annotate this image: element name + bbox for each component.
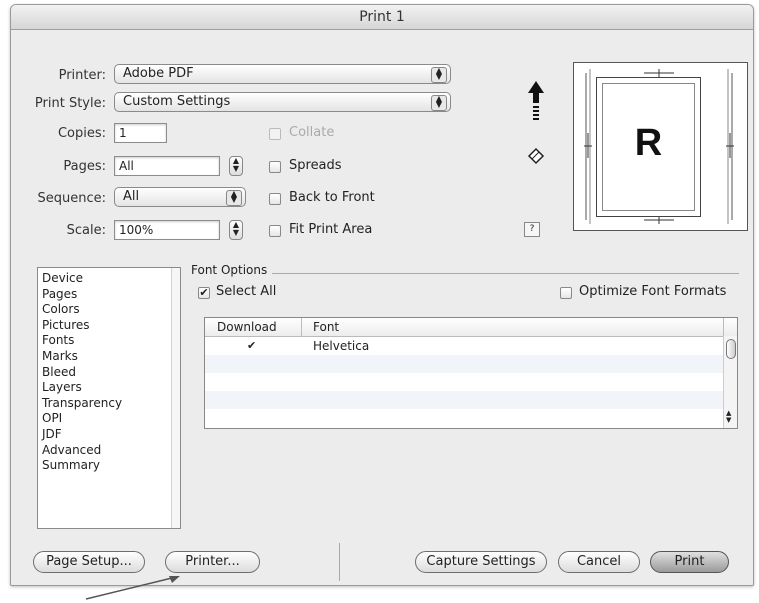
checkmark-icon[interactable]: ✔ — [247, 337, 256, 355]
category-list-item[interactable]: Summary — [38, 458, 180, 474]
annotation-arrow — [85, 576, 180, 600]
printer-value: Adobe PDF — [123, 66, 194, 81]
category-list-item[interactable]: OPI — [38, 411, 180, 427]
print-style-value: Custom Settings — [123, 94, 231, 109]
print-style-label: Print Style: — [34, 96, 106, 111]
collate-checkbox[interactable] — [269, 128, 281, 140]
scale-label: Scale: — [66, 223, 106, 238]
scale-field[interactable]: 100% — [114, 220, 220, 240]
category-list-item[interactable]: JDF — [38, 427, 180, 443]
print-style-popup[interactable]: Custom Settings ▲ ▼ — [114, 92, 451, 112]
category-list-item[interactable]: Pages — [38, 287, 180, 303]
fit-print-area-label: Fit Print Area — [289, 222, 373, 237]
font-table[interactable]: Download Font ✔ Helvetica ▲ ▼ — [204, 317, 738, 429]
cancel-button[interactable]: Cancel — [558, 551, 640, 573]
copies-label: Copies: — [57, 126, 106, 141]
help-button[interactable]: ? — [524, 222, 540, 237]
back-to-front-label: Back to Front — [289, 190, 375, 205]
up-arrow-icon[interactable] — [528, 81, 544, 125]
copies-field[interactable]: 1 — [114, 123, 167, 143]
collate-label: Collate — [289, 125, 335, 140]
sequence-value: All — [123, 189, 140, 204]
page-setup-button[interactable]: Page Setup... — [33, 551, 145, 573]
capture-settings-button[interactable]: Capture Settings — [415, 551, 547, 573]
category-list-scrollbar[interactable] — [171, 268, 180, 528]
font-column-header[interactable]: Font — [313, 318, 339, 336]
optimize-font-formats-label: Optimize Font Formats — [579, 284, 727, 299]
updown-arrows-icon: ▲ ▼ — [431, 95, 447, 111]
optimize-font-formats-checkbox[interactable] — [560, 287, 572, 299]
download-column-header[interactable]: Download — [217, 318, 277, 336]
category-list-item[interactable]: Advanced — [38, 443, 180, 459]
select-all-label: Select All — [216, 284, 277, 299]
category-list-item[interactable]: Transparency — [38, 396, 180, 412]
font-table-header: Download Font — [205, 318, 737, 337]
category-list-item[interactable]: Colors — [38, 302, 180, 318]
scroll-thumb[interactable] — [726, 339, 736, 359]
category-list-item[interactable]: Device — [38, 271, 180, 287]
font-name: Helvetica — [313, 339, 370, 353]
category-list-item[interactable]: Pictures — [38, 318, 180, 334]
font-table-row — [205, 355, 723, 373]
print-dialog: Print 1 Printer: Adobe PDF ▲ ▼ Print Styl… — [10, 4, 754, 586]
print-button[interactable]: Print — [650, 551, 729, 573]
printer-label: Printer: — [58, 68, 106, 83]
category-list[interactable]: Device Pages Colors Pictures Fonts Marks Bleed… — [37, 267, 181, 529]
printer-button[interactable]: Printer... — [165, 551, 260, 573]
scroll-arrows-icon[interactable]: ▲ ▼ — [726, 410, 731, 424]
font-table-row — [205, 391, 723, 409]
updown-arrows-icon: ▲ ▼ — [232, 220, 240, 237]
checkmark-icon: ✔ — [199, 286, 209, 299]
spreads-checkbox[interactable] — [269, 161, 281, 173]
select-all-checkbox[interactable]: ✔ — [198, 287, 210, 299]
fit-print-area-checkbox[interactable] — [269, 225, 281, 237]
pages-label: Pages: — [63, 159, 106, 174]
category-list-item[interactable]: Bleed — [38, 365, 180, 381]
font-table-row[interactable]: ✔ Helvetica — [205, 337, 723, 355]
back-to-front-checkbox[interactable] — [269, 193, 281, 205]
font-table-scrollbar[interactable]: ▲ ▼ — [723, 336, 737, 428]
updown-arrows-icon: ▲ ▼ — [431, 67, 447, 83]
font-options-title: Font Options — [191, 263, 268, 277]
font-table-row — [205, 373, 723, 391]
updown-arrows-icon: ▲ ▼ — [232, 156, 240, 173]
category-list-item[interactable]: Marks — [38, 349, 180, 365]
preview-letter: R — [634, 122, 663, 164]
sequence-popup[interactable]: All ▲ ▼ — [114, 187, 246, 207]
updown-arrows-icon: ▲ ▼ — [226, 190, 242, 206]
printer-popup[interactable]: Adobe PDF ▲ ▼ — [114, 64, 451, 84]
pages-stepper[interactable]: ▲ ▼ — [229, 156, 243, 176]
category-list-item[interactable]: Layers — [38, 380, 180, 396]
sequence-label: Sequence: — [37, 191, 106, 206]
column-divider — [723, 318, 724, 336]
window-title: Print 1 — [11, 5, 753, 30]
spreads-label: Spreads — [289, 158, 342, 173]
scale-stepper[interactable]: ▲ ▼ — [229, 220, 243, 240]
button-separator — [339, 543, 340, 581]
category-list-item[interactable]: Fonts — [38, 333, 180, 349]
font-options-divider — [272, 273, 739, 274]
page-preview: R — [573, 62, 748, 231]
column-divider — [301, 318, 302, 336]
preview-sheet: R — [596, 77, 701, 217]
paper-feed-icon[interactable] — [526, 146, 546, 166]
category-items: Device Pages Colors Pictures Fonts Marks Bleed… — [38, 271, 180, 474]
pages-field[interactable]: All — [114, 156, 220, 176]
